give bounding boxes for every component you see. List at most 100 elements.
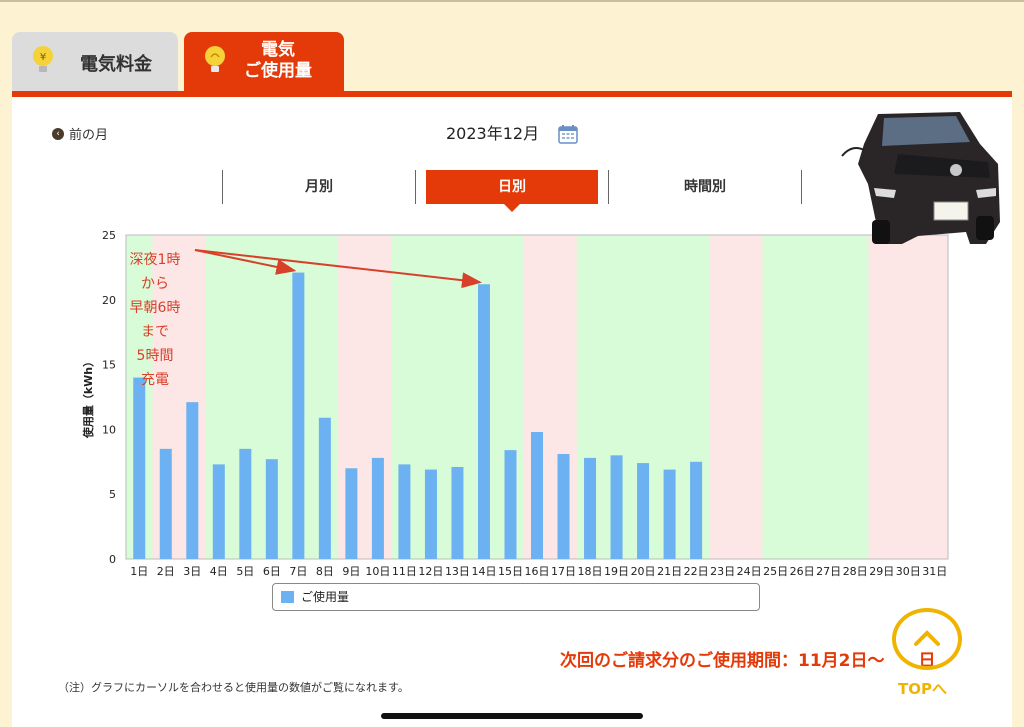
x-tick-label: 16日: [525, 565, 550, 578]
annotation-line: 5時間: [136, 348, 174, 364]
bar: [424, 469, 437, 559]
daily-usage-chart[interactable]: 0510152025使用量（kWh）1日 2日 3日 4日 5日 6日 7日 8日 9日 10日 1…: [78, 222, 958, 582]
bar: [212, 464, 225, 559]
bar: [345, 468, 358, 559]
x-tick-label: 26日: [790, 565, 815, 578]
bar: [371, 457, 384, 559]
x-tick-label: 27日: [816, 565, 841, 578]
bar: [159, 448, 172, 559]
x-tick-label: 8日: [316, 565, 334, 578]
prev-month-link[interactable]: ‹ 前の月: [52, 124, 108, 143]
bar: [610, 455, 623, 559]
tab-usage-line1: 電気: [261, 40, 295, 60]
y-tick-label: 5: [109, 488, 116, 501]
day-band: [868, 235, 896, 559]
annotation-line: まで: [141, 324, 169, 340]
day-band: [894, 235, 922, 559]
x-tick-label: 24日: [737, 565, 762, 578]
prev-month-label: 前の月: [69, 128, 109, 143]
annotation-line: から: [141, 276, 169, 292]
x-tick-label: 23日: [710, 565, 735, 578]
annotation-line: 充電: [141, 372, 169, 388]
chart-note: （注）グラフにカーソルを合わせると使用量の数値がご覧になれます。: [58, 681, 409, 694]
legend-label: ご使用量: [301, 590, 350, 604]
x-tick-label: 14日: [471, 565, 496, 578]
calendar-icon[interactable]: [558, 124, 578, 144]
view-tab-divider: [801, 170, 802, 204]
view-tab-hourly[interactable]: 時間別: [610, 170, 800, 204]
day-band: [762, 235, 790, 559]
bar: [477, 284, 490, 559]
x-tick-label: 1日: [130, 565, 148, 578]
x-tick-label: 2日: [157, 565, 175, 578]
chart-legend[interactable]: ご使用量: [272, 583, 760, 611]
tab-electricity-fee-label: 電気料金: [80, 54, 152, 75]
current-month: 2023年12月: [446, 124, 540, 143]
x-tick-label: 30日: [896, 565, 921, 578]
day-band: [921, 235, 949, 559]
bar: [239, 448, 252, 559]
active-tab-pointer: [504, 204, 520, 212]
x-tick-label: 22日: [684, 565, 709, 578]
x-tick-label: 6日: [263, 565, 281, 578]
y-tick-label: 20: [102, 294, 116, 307]
tab-electricity-usage[interactable]: 電気 ご使用量: [184, 32, 344, 92]
x-tick-label: 4日: [210, 565, 228, 578]
view-tab-divider: [608, 170, 609, 204]
charging-annotation: 深夜1時 から 早朝6時 まで 5時間 充電: [124, 248, 186, 392]
svg-text:¥: ¥: [40, 52, 46, 63]
bar: [133, 377, 146, 559]
day-band: [709, 235, 737, 559]
view-tab-daily[interactable]: 日別: [426, 170, 598, 204]
chevron-left-icon: ‹: [52, 127, 64, 140]
bar: [292, 272, 305, 559]
y-tick-label: 15: [102, 359, 116, 372]
tab-electricity-usage-label: 電気 ご使用量: [244, 40, 312, 82]
scroll-top-button[interactable]: [892, 608, 962, 670]
tab-usage-line2: ご使用量: [244, 61, 312, 81]
x-tick-label: 5日: [236, 565, 254, 578]
bar: [451, 466, 464, 559]
bar: [398, 464, 411, 559]
car-photo: [841, 112, 1000, 244]
chevron-up-icon: [914, 630, 940, 646]
x-tick-label: 11日: [392, 565, 417, 578]
bar: [663, 469, 676, 559]
x-tick-label: 31日: [922, 565, 947, 578]
x-tick-label: 29日: [869, 565, 894, 578]
x-tick-label: 3日: [183, 565, 201, 578]
scroll-top-label[interactable]: TOPへ: [898, 678, 947, 699]
view-tab-divider: [222, 170, 223, 204]
annotation-line: 早朝6時: [129, 300, 181, 316]
bar: [265, 459, 278, 559]
x-tick-label: 15日: [498, 565, 523, 578]
x-tick-label: 20日: [631, 565, 656, 578]
x-tick-label: 21日: [657, 565, 682, 578]
y-tick-label: 0: [109, 553, 116, 566]
x-tick-label: 18日: [578, 565, 603, 578]
home-indicator: [381, 713, 643, 719]
x-tick-label: 10日: [365, 565, 390, 578]
x-tick-label: 9日: [342, 565, 360, 578]
annotation-line: 深夜1時: [129, 252, 181, 268]
x-tick-label: 13日: [445, 565, 470, 578]
billing-period: 次回のご請求分のご使用期間：11月2日～ 日: [560, 651, 936, 671]
x-tick-label: 28日: [843, 565, 868, 578]
bar: [637, 463, 650, 559]
bar: [690, 461, 703, 559]
view-tab-divider: [415, 170, 416, 204]
day-band: [735, 235, 763, 559]
bar: [504, 450, 517, 559]
x-tick-label: 7日: [289, 565, 307, 578]
x-tick-label: 19日: [604, 565, 629, 578]
legend-swatch: [281, 591, 294, 603]
bulb-icon: [205, 46, 225, 72]
y-axis-label: 使用量（kWh）: [81, 356, 95, 439]
y-tick-label: 25: [102, 229, 116, 242]
tab-electricity-fee[interactable]: ¥ 電気料金: [12, 32, 178, 92]
x-tick-label: 12日: [418, 565, 443, 578]
view-tab-monthly[interactable]: 月別: [224, 170, 414, 204]
bar: [557, 454, 570, 559]
day-band: [788, 235, 816, 559]
day-band: [815, 235, 843, 559]
